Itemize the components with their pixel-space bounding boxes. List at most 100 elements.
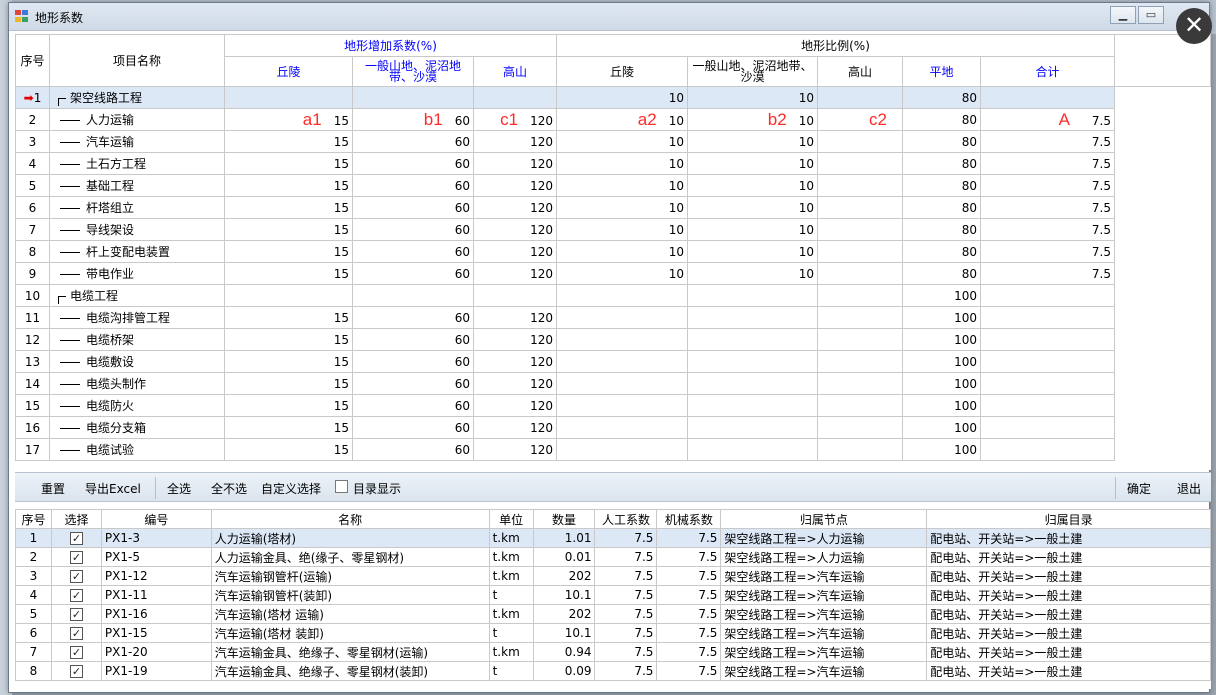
cell-inc-mountain[interactable]: 60: [352, 262, 474, 285]
cell-inc-hill[interactable]: 15: [224, 130, 353, 153]
row-name[interactable]: 杆塔组立: [49, 196, 225, 219]
cell-ratio-high[interactable]: [817, 416, 903, 439]
cell-ratio-mountain[interactable]: [687, 372, 818, 395]
cell-inc-mountain[interactable]: [352, 86, 474, 109]
cell-ratio-hill[interactable]: 10: [556, 86, 688, 109]
cell-total[interactable]: [980, 306, 1115, 329]
cell-inc-hill[interactable]: a1 15: [224, 108, 353, 131]
cell-ratio-flat[interactable]: 100: [902, 438, 981, 461]
cell-inc-high[interactable]: 120: [473, 350, 557, 373]
cell-ratio-mountain[interactable]: [687, 394, 818, 417]
cell-inc-high[interactable]: 120: [473, 416, 557, 439]
header-ratio-hill[interactable]: 丘陵: [556, 56, 688, 87]
cell-total[interactable]: [980, 372, 1115, 395]
cell-inc-high[interactable]: 120: [473, 328, 557, 351]
cell-inc-hill[interactable]: 15: [224, 416, 353, 439]
row-name[interactable]: 电缆沟排管工程: [49, 306, 225, 329]
cell-inc-high[interactable]: 120: [473, 240, 557, 263]
cell-ratio-flat[interactable]: 80: [902, 218, 981, 241]
cell-ratio-flat[interactable]: 80: [902, 262, 981, 285]
cell-ratio-mountain[interactable]: 10: [687, 262, 818, 285]
row-name[interactable]: 电缆分支箱: [49, 416, 225, 439]
cell-ratio-hill[interactable]: 10: [556, 130, 688, 153]
cell-ratio-high[interactable]: [817, 152, 903, 175]
cell-ratio-mountain[interactable]: b2 10: [687, 108, 818, 131]
detail-row[interactable]: 6 ✓ PX1-15 汽车运输(塔材 装卸) t 10.1 7.5 7.5 架空线路工程=>汽车…: [15, 623, 1211, 643]
detail-row[interactable]: 5 ✓ PX1-16 汽车运输(塔材 运输) t.km 202 7.5 7.5 架空线路工程=>…: [15, 604, 1211, 624]
cell-total[interactable]: [980, 350, 1115, 373]
directory-display-checkbox[interactable]: [335, 480, 348, 493]
detail-header-qty[interactable]: 数量: [532, 509, 596, 529]
cell-inc-hill[interactable]: 15: [224, 196, 353, 219]
cell-ratio-hill[interactable]: [556, 394, 688, 417]
cell-ratio-hill[interactable]: [556, 350, 688, 373]
cell-ratio-flat[interactable]: 100: [902, 350, 981, 373]
tree-expander-icon[interactable]: [58, 296, 66, 304]
cell-inc-hill[interactable]: 15: [224, 372, 353, 395]
row-checkbox[interactable]: ✓: [69, 627, 83, 640]
header-total[interactable]: 合计: [980, 56, 1115, 87]
detail-row[interactable]: 4 ✓ PX1-11 汽车运输钢管杆(装卸) t 10.1 7.5 7.5 架空线路工程=>汽车…: [15, 585, 1211, 605]
cell-inc-mountain[interactable]: 60: [352, 350, 474, 373]
cell-ratio-hill[interactable]: [556, 438, 688, 461]
row-checkbox[interactable]: ✓: [69, 646, 83, 659]
cell-ratio-flat[interactable]: 100: [902, 372, 981, 395]
cell-inc-hill[interactable]: 15: [224, 394, 353, 417]
table-row[interactable]: 13 电缆敷设 15 60 120 100: [15, 350, 1211, 373]
cell-inc-mountain[interactable]: 60: [352, 152, 474, 175]
cell-ratio-hill[interactable]: [556, 372, 688, 395]
cell-ratio-hill[interactable]: [556, 328, 688, 351]
detail-header-code[interactable]: 编号: [100, 509, 212, 529]
cell-inc-high[interactable]: c1 120: [473, 108, 557, 131]
cell-ratio-mountain[interactable]: [687, 328, 818, 351]
cell-inc-hill[interactable]: 15: [224, 306, 353, 329]
tree-expander-icon[interactable]: [58, 98, 66, 106]
cell-total[interactable]: 7.5: [980, 174, 1115, 197]
detail-row[interactable]: 8 ✓ PX1-19 汽车运输金具、绝缘子、零星钢材(装卸) t 0.09 7.5 7.5 架空…: [15, 661, 1211, 681]
detail-header-name[interactable]: 名称: [210, 509, 490, 529]
row-name[interactable]: 人力运输: [49, 108, 225, 131]
cell-ratio-high[interactable]: [817, 130, 903, 153]
cell-ratio-flat[interactable]: 80: [902, 108, 981, 131]
row-name[interactable]: 电缆桥架: [49, 328, 225, 351]
cell-inc-hill[interactable]: [224, 86, 353, 109]
cell-ratio-high[interactable]: [817, 372, 903, 395]
cell-inc-high[interactable]: [473, 284, 557, 307]
cell-ratio-flat[interactable]: 100: [902, 306, 981, 329]
custom-select-button[interactable]: 自定义选择: [261, 480, 321, 497]
cell-total[interactable]: 7.5: [980, 130, 1115, 153]
cell-ratio-high[interactable]: [817, 174, 903, 197]
detail-header-unit[interactable]: 单位: [488, 509, 534, 529]
cell-ratio-hill[interactable]: 10: [556, 152, 688, 175]
cell-inc-mountain[interactable]: 60: [352, 438, 474, 461]
cell-ratio-flat[interactable]: 80: [902, 130, 981, 153]
table-row[interactable]: 5 基础工程 15 60 120 10 10 80 7.5: [15, 174, 1211, 197]
header-inc-high[interactable]: 高山: [473, 56, 557, 87]
cell-ratio-mountain[interactable]: [687, 438, 818, 461]
cell-inc-high[interactable]: 120: [473, 130, 557, 153]
close-icon[interactable]: ✕: [1176, 8, 1212, 44]
cell-inc-mountain[interactable]: b1 60: [352, 108, 474, 131]
cell-inc-high[interactable]: 120: [473, 196, 557, 219]
row-checkbox[interactable]: ✓: [69, 532, 83, 545]
select-all-button[interactable]: 全选: [167, 480, 191, 497]
minimize-button[interactable]: ▁: [1110, 6, 1136, 24]
cell-inc-mountain[interactable]: 60: [352, 130, 474, 153]
cell-inc-hill[interactable]: 15: [224, 240, 353, 263]
cell-ratio-mountain[interactable]: 10: [687, 152, 818, 175]
cell-ratio-flat[interactable]: 100: [902, 416, 981, 439]
cell-inc-mountain[interactable]: 60: [352, 372, 474, 395]
cell-ratio-mountain[interactable]: 10: [687, 86, 818, 109]
row-name[interactable]: 架空线路工程: [49, 86, 225, 109]
table-row[interactable]: 2 人力运输 a1 15 b1 60 c1 120 a2 10 b2 10 c2 80 A 7.5: [15, 108, 1211, 131]
cell-ratio-flat[interactable]: 80: [902, 174, 981, 197]
cell-ratio-mountain[interactable]: [687, 350, 818, 373]
cell-total[interactable]: [980, 284, 1115, 307]
table-row[interactable]: 9 带电作业 15 60 120 10 10 80 7.5: [15, 262, 1211, 285]
table-row[interactable]: 16 电缆分支箱 15 60 120 100: [15, 416, 1211, 439]
row-name[interactable]: 带电作业: [49, 262, 225, 285]
cell-ratio-flat[interactable]: 80: [902, 240, 981, 263]
cell-total[interactable]: [980, 86, 1115, 109]
row-checkbox[interactable]: ✓: [69, 570, 83, 583]
reset-button[interactable]: 重置: [41, 480, 65, 497]
